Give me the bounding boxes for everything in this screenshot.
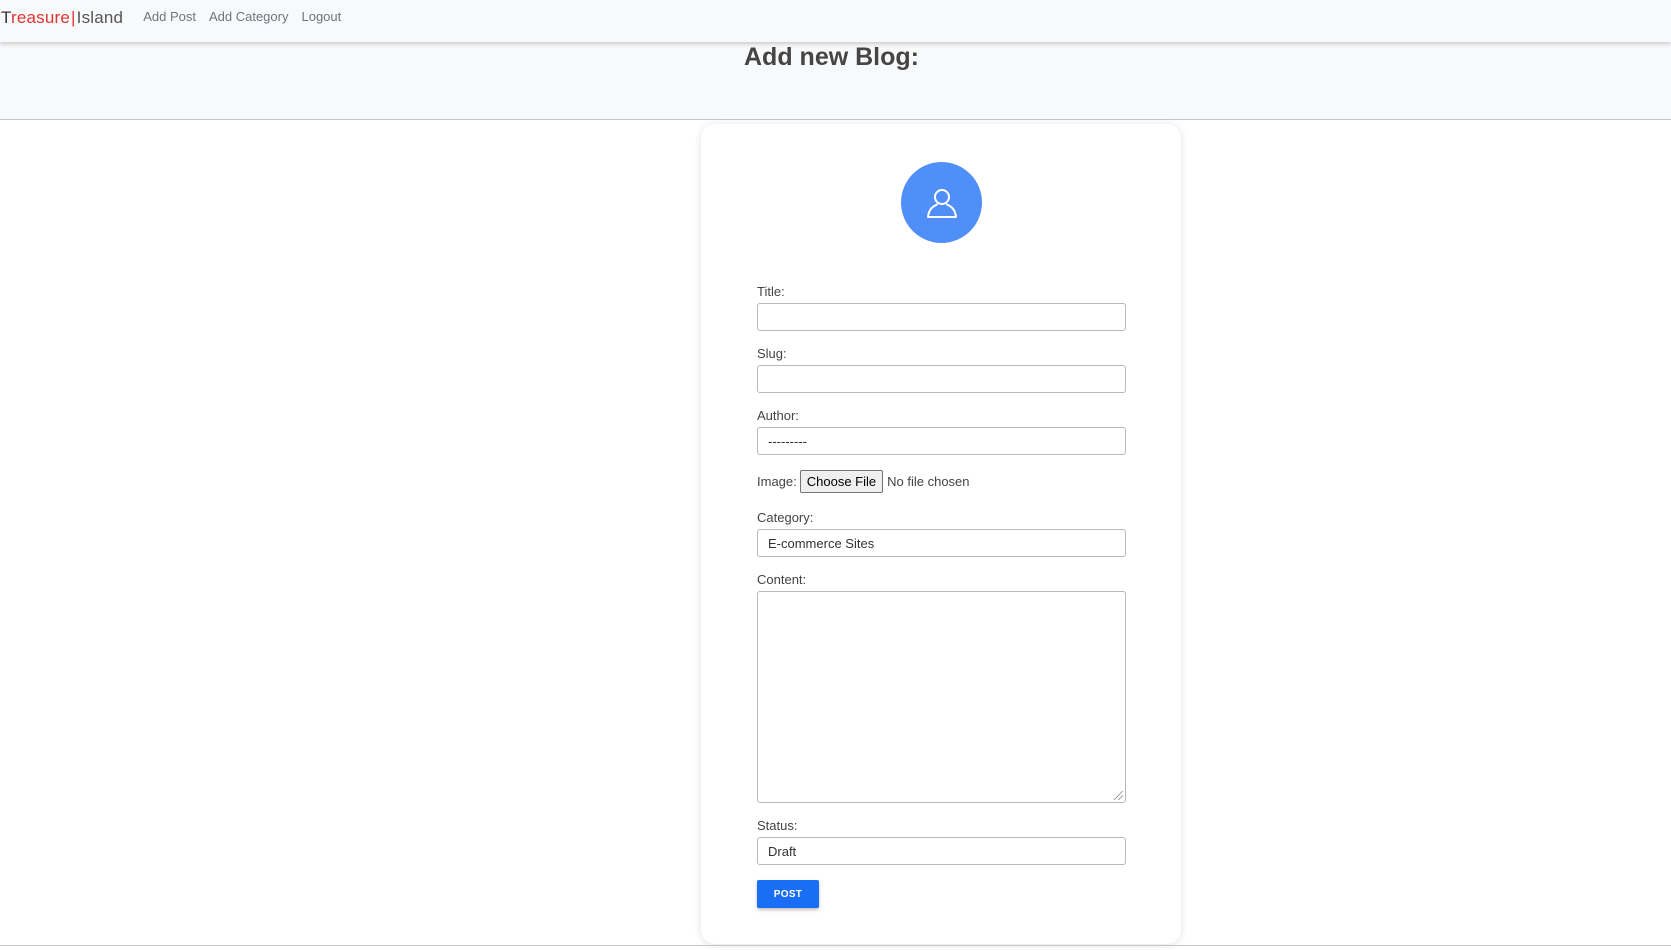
nav-link-add-category[interactable]: Add Category <box>209 9 289 24</box>
author-label: Author: <box>757 408 799 423</box>
nav-links: Add Post Add Category Logout <box>143 9 354 24</box>
nav-link-logout[interactable]: Logout <box>301 9 341 24</box>
nav-link-add-post[interactable]: Add Post <box>143 9 196 24</box>
content-label: Content: <box>757 572 807 587</box>
category-label: Category: <box>757 510 814 525</box>
image-label: Image: <box>757 474 797 489</box>
content-textarea[interactable] <box>757 591 1126 803</box>
brand-logo[interactable]: Treasure|Island <box>1 8 123 28</box>
author-select[interactable]: --------- <box>757 427 1126 455</box>
slug-label: Slug: <box>757 346 787 361</box>
user-icon <box>926 188 957 218</box>
status-label: Status: <box>757 818 798 833</box>
title-label: Title: <box>757 284 785 299</box>
post-button[interactable]: POST <box>757 880 819 908</box>
page-title-text: Add new Blog: <box>744 43 919 71</box>
page-title: Add new Blog: <box>0 43 1671 72</box>
add-post-form: Title: Slug: Author: --------- Image: Ch… <box>757 284 1126 908</box>
choose-file-button[interactable]: Choose File <box>799 470 884 493</box>
footer-divider <box>0 945 1671 946</box>
file-status: No file chosen <box>887 474 970 489</box>
avatar <box>901 162 982 243</box>
resize-handle-icon[interactable] <box>1114 791 1123 800</box>
navbar: Treasure|Island Add Post Add Category Lo… <box>0 0 1671 42</box>
status-select[interactable]: Draft <box>757 837 1126 865</box>
image-upload: Image: Choose File No file chosen <box>757 470 1126 493</box>
slug-input[interactable] <box>757 365 1126 393</box>
title-input[interactable] <box>757 303 1126 331</box>
category-select[interactable]: E-commerce Sites <box>757 529 1126 557</box>
